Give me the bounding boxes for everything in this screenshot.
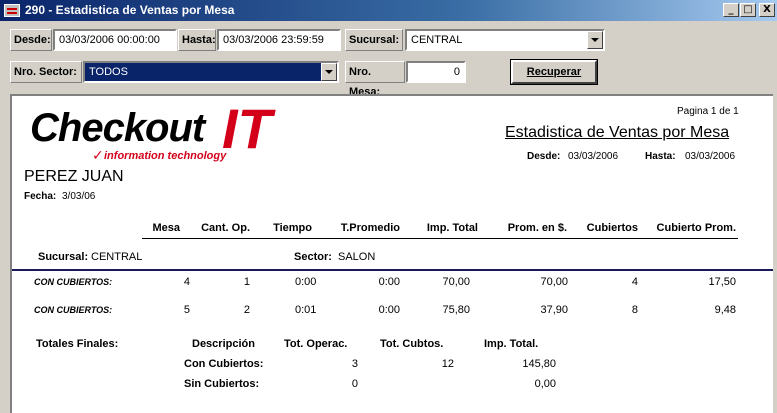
report-title: Estadistica de Ventas por Mesa — [505, 124, 730, 141]
hasta-input[interactable]: 03/03/2006 23:59:59 — [217, 29, 341, 51]
cell-cubiertos: 4 — [631, 276, 638, 288]
mesa-label: Nro. Mesa: — [345, 61, 405, 98]
column-header: Mesa — [152, 222, 180, 234]
fecha-label: Fecha: — [24, 191, 57, 202]
row-label: CON CUBIERTOS: — [34, 305, 113, 315]
hasta-label: Hasta: — [178, 29, 216, 51]
desde-input[interactable]: 03/03/2006 00:00:00 — [53, 29, 177, 51]
maximize-button[interactable]: □ — [740, 3, 756, 17]
report-desde-value: 03/03/2006 — [568, 151, 619, 162]
totals-row-desc: Sin Cubiertos: — [184, 378, 260, 390]
sucursal-group-label: Sucursal: — [38, 251, 89, 263]
report-desde-label: Desde: — [527, 151, 561, 162]
totals-header-ops: Tot. Operac. — [284, 338, 348, 350]
sucursal-select[interactable]: CENTRAL — [405, 29, 605, 51]
totals-header-imp: Imp. Total. — [484, 338, 539, 350]
column-header: T.Promedio — [340, 222, 400, 234]
totals-row-ops: 0 — [351, 378, 358, 390]
close-button[interactable]: X — [759, 3, 775, 17]
logo-subtitle: information technology — [104, 150, 227, 162]
sector-select[interactable]: TODOS — [83, 61, 339, 83]
sucursal-group-value: CENTRAL — [91, 251, 143, 263]
cell-mesa: 4 — [183, 276, 190, 288]
cell-mesa: 5 — [183, 304, 190, 316]
sector-label: Nro. Sector: — [10, 61, 82, 83]
sector-group-value: SALON — [338, 251, 376, 263]
cell-cubierto-prom: 9,48 — [714, 304, 736, 316]
app-icon[interactable] — [4, 4, 20, 17]
column-header: Cant. Op. — [201, 222, 250, 234]
window-title: 290 - Estadistica de Ventas por Mesa — [25, 3, 235, 17]
cell-t-promedio: 0:00 — [378, 276, 400, 288]
cell-cant-op: 2 — [243, 304, 250, 316]
totals-row-ops: 3 — [351, 358, 358, 370]
cell-prom: 37,90 — [540, 304, 568, 316]
minimize-button[interactable]: _ — [723, 3, 739, 17]
column-header: Tiempo — [273, 222, 312, 234]
recuperar-label: Recuperar — [526, 66, 582, 78]
totals-row-cubtos: 12 — [441, 358, 454, 370]
desde-label: Desde: — [10, 29, 52, 51]
report-hasta-value: 03/03/2006 — [685, 151, 736, 162]
totals-row-desc: Con Cubiertos: — [184, 358, 264, 370]
recuperar-button[interactable]: Recuperar — [510, 59, 598, 85]
group-divider — [12, 269, 773, 271]
user-name: PEREZ JUAN — [24, 168, 124, 185]
cell-t-promedio: 0:00 — [378, 304, 400, 316]
cell-cubiertos: 8 — [631, 304, 638, 316]
totals-row-imp: 145,80 — [522, 358, 556, 370]
cell-imp-total: 75,80 — [442, 304, 470, 316]
logo-it: IT — [222, 97, 272, 160]
totals-row-imp: 0,00 — [534, 378, 556, 390]
page-info: Pagina 1 de 1 — [677, 106, 739, 117]
header-divider — [142, 238, 738, 239]
column-header: Prom. en $. — [507, 222, 567, 234]
cell-tiempo: 0:01 — [295, 304, 317, 316]
fecha-value: 3/03/06 — [62, 191, 96, 202]
totals-header-cubtos: Tot. Cubtos. — [380, 338, 444, 350]
cell-imp-total: 70,00 — [442, 276, 470, 288]
cell-tiempo: 0:00 — [295, 276, 317, 288]
sector-group-label: Sector: — [294, 251, 332, 263]
report-preview: Pagina 1 de 1 Checkout IT ✓ information … — [10, 94, 773, 413]
totals-label: Totales Finales: — [36, 338, 119, 350]
row-label: CON CUBIERTOS: — [34, 277, 113, 287]
column-header: Imp. Total — [426, 222, 478, 234]
cell-cubierto-prom: 17,50 — [708, 276, 736, 288]
totals-header-desc: Descripción — [192, 338, 255, 350]
sector-dropdown-icon[interactable] — [321, 63, 337, 81]
mesa-input[interactable]: 0 — [406, 61, 466, 83]
column-header: Cubiertos — [586, 222, 638, 234]
cell-prom: 70,00 — [540, 276, 568, 288]
checkmark-icon: ✓ — [92, 148, 104, 164]
logo-text: Checkout — [30, 106, 205, 150]
report-hasta-label: Hasta: — [645, 151, 676, 162]
sucursal-dropdown-icon[interactable] — [587, 31, 603, 49]
cell-cant-op: 1 — [243, 276, 250, 288]
title-bar: 290 - Estadistica de Ventas por Mesa _ □… — [0, 0, 777, 21]
sucursal-label: Sucursal: — [345, 29, 403, 51]
column-header: Cubierto Prom. — [656, 222, 736, 234]
